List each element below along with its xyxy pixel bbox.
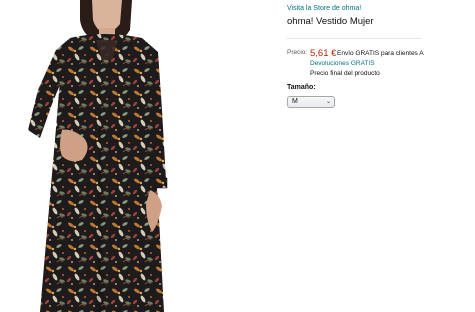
chevron-down-icon: ⌄ — [325, 99, 331, 105]
size-select[interactable]: M ⌄ — [287, 96, 335, 108]
size-selected-value: M — [292, 98, 298, 105]
product-image[interactable] — [0, 0, 280, 312]
store-link[interactable]: Visita la Store de ohma! — [287, 5, 361, 12]
price-label: Precio: — [287, 49, 308, 56]
final-price-note: Precio final del producto — [310, 70, 380, 77]
size-label: Tamaño: — [287, 84, 316, 91]
product-title: ohma! Vestido Mujer — [287, 16, 374, 27]
price-value: 5,61 € — [310, 48, 337, 59]
shipping-info: Envío GRATIS para clientes A — [337, 50, 424, 57]
returns-link[interactable]: Devoluciones GRATIS — [310, 60, 375, 67]
product-details: Visita la Store de ohma! ohma! Vestido M… — [287, 0, 475, 312]
divider — [287, 38, 422, 39]
